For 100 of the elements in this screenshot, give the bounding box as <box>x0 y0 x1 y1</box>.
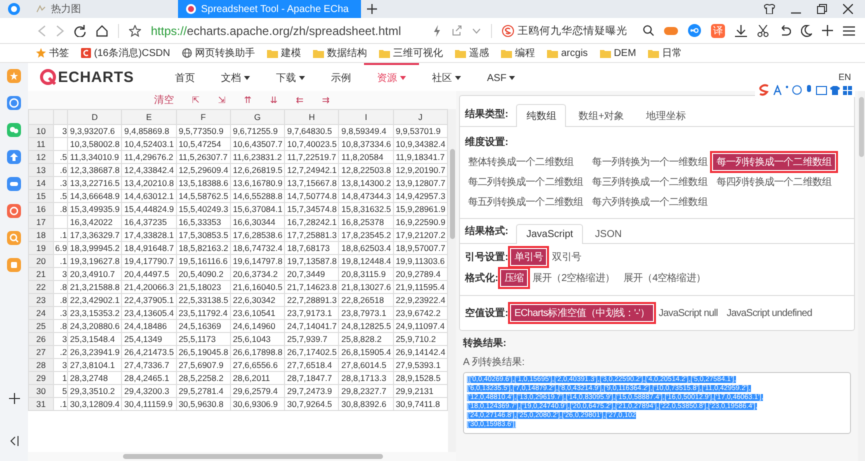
option-button[interactable]: 单引号 <box>511 249 546 265</box>
table-cell[interactable]: 16,7,28242.1 <box>284 216 339 228</box>
scissors-icon[interactable] <box>757 24 769 36</box>
table-cell[interactable]: 10,6,43507.7 <box>230 138 285 150</box>
option-button[interactable]: 每一列转换成一个二维数组 <box>713 154 835 170</box>
table-cell[interactable]: 26,6,17898.8 <box>230 346 285 358</box>
table-cell[interactable]: 21,5,18023 <box>176 280 230 294</box>
option-button[interactable]: 每六列转换成一个二维数组 <box>589 194 710 210</box>
table-cell[interactable]: 17,6,28538.6 <box>230 228 285 242</box>
table-cell[interactable]: 19,3,19627.8 <box>68 254 122 268</box>
column-header[interactable]: F <box>176 110 230 124</box>
option-button[interactable]: 双引号 <box>549 249 584 265</box>
table-cell[interactable]: 18,3,99945.2 <box>68 242 122 254</box>
option-button[interactable]: 每一列转换为一个一维数组 <box>589 154 710 170</box>
table-cell[interactable]: 30,3,12809.4 <box>68 398 122 410</box>
table-cell[interactable]: 12,9,20190.7 <box>393 164 448 176</box>
table-cell[interactable]: 20,3,4910.7 <box>68 268 122 280</box>
scrollbar-thumb[interactable] <box>123 454 383 459</box>
table-cell[interactable]: 12,7,24942.1 <box>284 164 339 176</box>
table-cell[interactable]: 26,9,14142.4 <box>393 346 448 358</box>
table-cell[interactable]: 18,6,74732.4 <box>230 242 285 254</box>
table-cell[interactable]: 15,3,49935.9 <box>68 202 122 216</box>
menu-icon[interactable] <box>843 26 855 36</box>
table-cell[interactable]: 14,4,63012.1 <box>122 190 176 202</box>
keyboard-icon[interactable] <box>816 86 827 94</box>
table-cell[interactable]: 9,5,77350.9 <box>176 124 230 138</box>
table-cell[interactable]: 27,5,6907.9 <box>176 358 230 372</box>
bookmark-link[interactable]: 书签 <box>49 46 69 60</box>
table-cell[interactable]: 19,6,14797.8 <box>230 254 285 268</box>
nav-link[interactable]: ASF <box>474 63 528 91</box>
option-button[interactable]: JavaScript undefined <box>724 306 816 320</box>
table-cell[interactable]: 9,9,53701.9 <box>393 124 448 138</box>
table-cell[interactable]: 18,5,82163.2 <box>176 242 230 254</box>
tool-button[interactable]: ⇈ <box>244 95 252 105</box>
grid-icon[interactable] <box>843 86 852 94</box>
option-button[interactable]: 每四列转换成一个二维数组 <box>713 174 835 190</box>
table-cell[interactable]: 30,4,11159.9 <box>122 398 176 410</box>
chevron-down-icon[interactable] <box>472 28 481 34</box>
table-cell[interactable]: 27,4,7336.7 <box>122 358 176 372</box>
table-cell[interactable]: 29,4,3200.3 <box>122 384 176 398</box>
table-cell[interactable]: 20,5,4090.2 <box>176 268 230 280</box>
table-cell[interactable]: 19,4,17790.7 <box>122 254 176 268</box>
table-cell[interactable]: 23,6,10541 <box>230 306 285 320</box>
table-cell[interactable]: 11,8,20584 <box>338 150 394 164</box>
table-cell[interactable]: 20,6,3734.2 <box>230 268 285 280</box>
table-cell[interactable]: 23,8,7973.1 <box>338 306 394 320</box>
table-cell[interactable]: 24,7,14041.7 <box>284 320 339 332</box>
browser-tab[interactable]: 热力图 <box>28 0 178 18</box>
table-cell[interactable]: 25,6,1043 <box>230 332 285 346</box>
table-cell[interactable]: 14,5,58762.5 <box>176 190 230 202</box>
table-cell[interactable]: 24,9,11097.4 <box>393 320 448 332</box>
table-cell[interactable]: 26,3,23941.9 <box>68 346 122 358</box>
nav-link[interactable]: 下载 <box>263 63 318 91</box>
option-button[interactable]: 每三列转换成一个二维数组 <box>589 174 710 190</box>
tool-button[interactable]: ⇇ <box>296 95 304 105</box>
tab[interactable]: 数组+对象 <box>568 104 634 127</box>
table-cell[interactable]: 17,4,33828.1 <box>122 228 176 242</box>
option-button[interactable]: 每二列转换成一个二维数组 <box>465 174 586 190</box>
moon-icon[interactable] <box>801 24 812 36</box>
table-cell[interactable]: 10,8,37334.6 <box>338 138 394 150</box>
shape-icon[interactable] <box>7 204 21 218</box>
bookmark-link[interactable]: 数据结构 <box>327 46 368 60</box>
reload-icon[interactable] <box>74 24 86 36</box>
table-cell[interactable]: 10,9,34382.4 <box>393 138 448 150</box>
tab[interactable]: 地理坐标 <box>636 104 696 127</box>
table-cell[interactable]: 9,8,59349.4 <box>338 124 394 138</box>
table-cell[interactable]: 20,7,3449 <box>284 268 339 280</box>
table-cell[interactable]: 17,9,21207.2 <box>393 228 448 242</box>
table-cell[interactable]: 18,9,57007.7 <box>393 242 448 254</box>
bookmark-link[interactable]: 建模 <box>281 46 302 60</box>
scrollbar-thumb[interactable] <box>450 149 454 239</box>
plus-icon[interactable] <box>366 4 377 14</box>
table-cell[interactable]: 18,4,91648.7 <box>122 242 176 254</box>
table-cell[interactable]: 25,4,1349 <box>122 332 176 346</box>
microphone-icon[interactable] <box>805 85 813 95</box>
option-button[interactable]: 压缩 <box>501 270 527 286</box>
table-cell[interactable]: 21,8,13027.6 <box>338 280 394 294</box>
scrollbar-thumb[interactable] <box>859 97 864 157</box>
table-cell[interactable]: 9,4,85869.8 <box>122 124 176 138</box>
table-cell[interactable]: 23,4,13605.4 <box>122 306 176 320</box>
table-cell[interactable]: 28,6,2011 <box>230 372 285 384</box>
table-cell[interactable]: 16,9,22590.9 <box>393 216 448 228</box>
table-cell[interactable]: 11,7,22519.7 <box>284 150 339 164</box>
table-cell[interactable]: 23,7,9173.1 <box>284 306 339 320</box>
table-cell[interactable]: 25,3,1548.4 <box>68 332 122 346</box>
home-icon[interactable] <box>96 24 108 36</box>
tab[interactable]: JavaScript <box>516 224 584 244</box>
table-cell[interactable]: 23,5,11792.4 <box>176 306 230 320</box>
table-cell[interactable]: 21,6,16040.5 <box>230 280 285 294</box>
table-cell[interactable]: 27,9,5393.1 <box>393 358 448 372</box>
table-cell[interactable]: 25,9,710.2 <box>393 332 448 346</box>
table-cell[interactable]: 29,9,2131 <box>393 384 448 398</box>
bookmark-link[interactable]: 三维可视化 <box>393 46 444 60</box>
table-cell[interactable]: 17,5,30853.5 <box>176 228 230 242</box>
table-cell[interactable]: 11,4,29676.2 <box>122 150 176 164</box>
table-cell[interactable]: 14,6,55288.8 <box>230 190 285 202</box>
search-icon[interactable] <box>643 25 654 36</box>
table-cell[interactable]: 10,3,58002.8 <box>68 138 122 150</box>
table-cell[interactable]: 16,8,25378 <box>338 216 394 228</box>
table-cell[interactable]: 13,4,20210.8 <box>122 176 176 190</box>
